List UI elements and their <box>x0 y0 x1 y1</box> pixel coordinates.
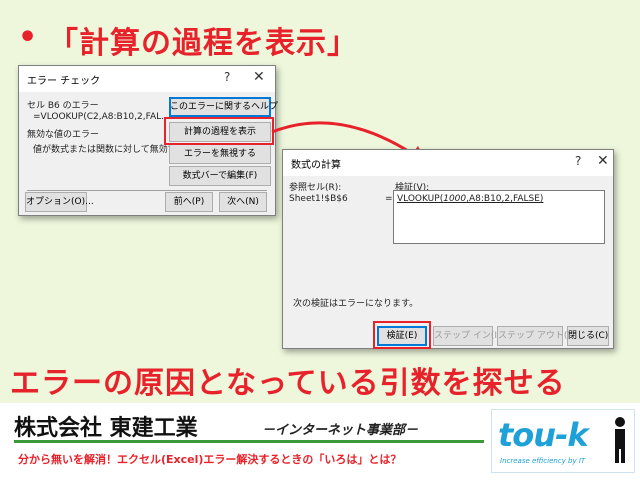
options-button[interactable]: オプション(O)... <box>25 192 94 212</box>
help-icon[interactable]: ? <box>575 154 581 168</box>
error-check-titlebar: エラー チェック ? ✕ <box>19 66 275 92</box>
evaluate-title: 数式の計算 <box>291 160 341 171</box>
reference-label: 参照セル(R): <box>289 183 342 193</box>
next-button[interactable]: 次へ(N) <box>219 192 267 212</box>
person-icon <box>615 417 625 463</box>
evaluation-message: 次の検証はエラーになります。 <box>293 299 419 309</box>
evaluate-titlebar: 数式の計算 ? ✕ <box>283 150 613 176</box>
evaluate-formula-dialog: 数式の計算 ? ✕ 参照セル(R): Sheet1!$B$6 検証(V): = … <box>282 149 614 349</box>
cell-error-label: セル B6 のエラー <box>27 101 99 111</box>
headline-bullet: • <box>18 20 38 55</box>
logo-subtext: Increase efficiency by IT <box>500 457 586 465</box>
edit-in-formula-bar-button[interactable]: 数式バーで編集(F) <box>169 166 271 186</box>
close-button[interactable]: 閉じる(C) <box>567 326 609 346</box>
error-type-label: 無効な値のエラー <box>27 130 100 140</box>
help-icon[interactable]: ? <box>224 70 230 84</box>
close-icon[interactable]: ✕ <box>597 153 609 169</box>
previous-button[interactable]: 前へ(P) <box>165 192 213 212</box>
company-name: 株式会社 東建工業 <box>14 416 198 441</box>
ignore-error-button[interactable]: エラーを無視する <box>169 144 271 164</box>
equals-sign: = <box>385 194 393 204</box>
highlight-show-steps <box>164 117 274 145</box>
tou-k-logo: tou-k Increase efficiency by IT <box>491 409 635 473</box>
evaluation-box[interactable]: VLOOKUP(1000,A8:B10,2,FALSE) <box>393 190 605 244</box>
evaluation-expression: VLOOKUP(1000,A8:B10,2,FALSE) <box>397 194 544 204</box>
error-check-title: エラー チェック <box>27 76 101 87</box>
department-name: －インターネット事業部－ <box>262 423 419 438</box>
step-out-button[interactable]: ステップ アウト(O) <box>497 326 578 346</box>
headline-title: 「計算の過程を表示」 <box>48 26 358 61</box>
footer-tagline: 分から無いを解消！エクセル(Excel)エラー解決するときの「いろは」とは？ <box>18 453 402 466</box>
caption-text: エラーの原因となっている引数を探せる <box>10 366 566 401</box>
error-check-separator <box>27 190 267 191</box>
close-icon[interactable]: ✕ <box>253 69 265 85</box>
reference-value: Sheet1!$B$6 <box>289 194 348 204</box>
footer-divider <box>14 440 484 443</box>
error-help-button[interactable]: このエラーに関するヘルプ <box>169 97 278 117</box>
formula-text: =VLOOKUP(C2,A8:B10,2,FAL... <box>33 112 170 122</box>
logo-text: tou-k <box>498 416 589 454</box>
step-in-button[interactable]: ステップ イン(I) <box>433 326 501 346</box>
highlight-evaluate <box>373 321 431 349</box>
